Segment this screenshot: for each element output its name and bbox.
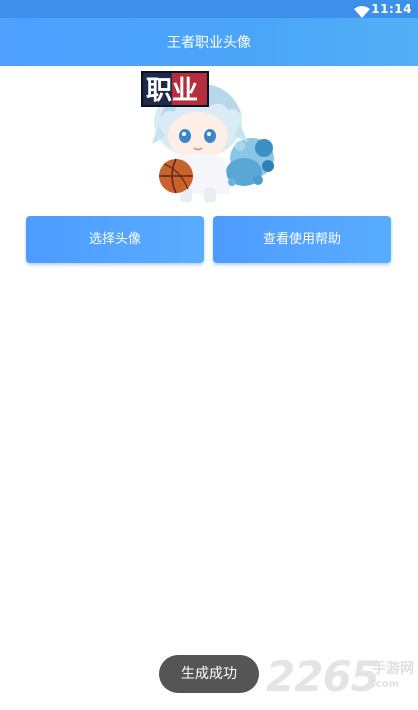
watermark-site-name: 手游网 — [372, 661, 414, 677]
avatar-preview: 职业 — [140, 70, 278, 208]
status-time: 11:14 — [371, 2, 412, 16]
avatar-illustration: 职业 — [141, 71, 274, 202]
view-help-button[interactable]: 查看使用帮助 — [213, 216, 391, 263]
profession-badge: 职业 — [141, 71, 209, 107]
select-avatar-button[interactable]: 选择头像 — [26, 216, 204, 263]
character-face — [168, 112, 228, 160]
watermark-number: 2265 — [266, 652, 380, 701]
basketball-icon — [159, 158, 193, 194]
wifi-icon — [354, 3, 370, 18]
page-title: 王者职业头像 — [167, 35, 251, 51]
watermark-logo: 2265 手游网 .com — [266, 655, 416, 700]
watermark-domain: .com — [372, 679, 400, 690]
toast-message: 生成成功 — [159, 655, 259, 693]
status-bar: 11:14 — [0, 0, 418, 18]
water-splash — [226, 138, 274, 186]
badge-label: 职业 — [146, 76, 198, 106]
app-bar: 王者职业头像 — [0, 18, 418, 66]
